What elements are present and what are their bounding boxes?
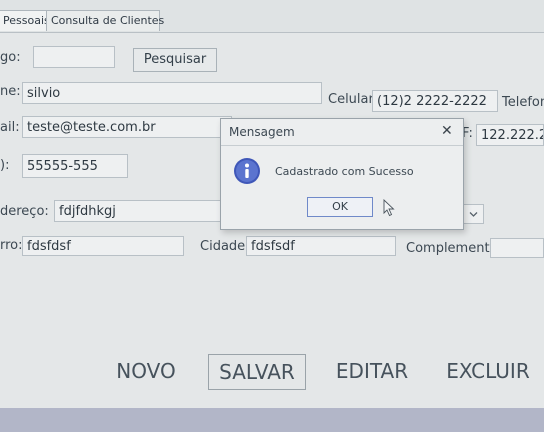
close-icon[interactable]: ✕ bbox=[441, 121, 453, 141]
dialog-message: Cadastrado com Sucesso bbox=[275, 165, 414, 178]
email-label: ail: bbox=[0, 120, 20, 135]
codigo-input[interactable] bbox=[33, 46, 115, 68]
nome-label: ne: bbox=[0, 84, 21, 99]
dialog-title: Mensagem bbox=[229, 125, 295, 139]
info-icon bbox=[234, 158, 260, 184]
celular-label: Celular: bbox=[328, 92, 379, 107]
complemento-label: Complemento: bbox=[406, 241, 502, 256]
message-dialog: Mensagem ✕ Cadastrado com Sucesso OK bbox=[220, 118, 464, 230]
bairro-input[interactable]: fdsfdsf bbox=[22, 236, 184, 256]
dialog-titlebar: Mensagem ✕ bbox=[221, 119, 463, 146]
codigo-label: go: bbox=[0, 50, 21, 65]
celular-input[interactable]: (12)2 2222-2222 bbox=[372, 90, 498, 112]
chevron-down-icon bbox=[469, 212, 478, 217]
tab-bar: Pessoais Consulta de Clientes bbox=[0, 0, 544, 33]
cpf-input[interactable]: 122.222.222 bbox=[476, 124, 544, 146]
mouse-cursor-icon bbox=[383, 199, 395, 217]
nome-input[interactable]: silvio bbox=[22, 82, 322, 104]
tab-pessoais[interactable]: Pessoais bbox=[0, 10, 50, 31]
novo-button[interactable]: NOVO bbox=[108, 354, 184, 388]
tab-consulta-clientes[interactable]: Consulta de Clientes bbox=[46, 10, 164, 31]
taskbar-strip bbox=[0, 408, 544, 432]
bairro-label: rro: bbox=[0, 238, 23, 253]
cep-label: ): bbox=[0, 158, 10, 173]
editar-button[interactable]: EDITAR bbox=[328, 354, 416, 388]
cidade-label: Cidade: bbox=[200, 239, 250, 254]
endereco-input[interactable]: fdjfdhkgj bbox=[54, 200, 224, 222]
search-button[interactable]: Pesquisar bbox=[133, 48, 217, 72]
cidade-input[interactable]: fdsfsdf bbox=[246, 236, 396, 256]
complemento-input[interactable] bbox=[490, 238, 544, 258]
cep-input[interactable]: 55555-555 bbox=[22, 154, 128, 178]
endereco-label: dereço: bbox=[0, 204, 49, 219]
ok-button[interactable]: OK bbox=[307, 197, 373, 217]
email-input[interactable]: teste@teste.com.br bbox=[22, 116, 232, 138]
telefone-label: Telefone bbox=[502, 95, 544, 110]
excluir-button[interactable]: EXCLUIR bbox=[440, 354, 536, 388]
salvar-button[interactable]: SALVAR bbox=[208, 354, 306, 390]
